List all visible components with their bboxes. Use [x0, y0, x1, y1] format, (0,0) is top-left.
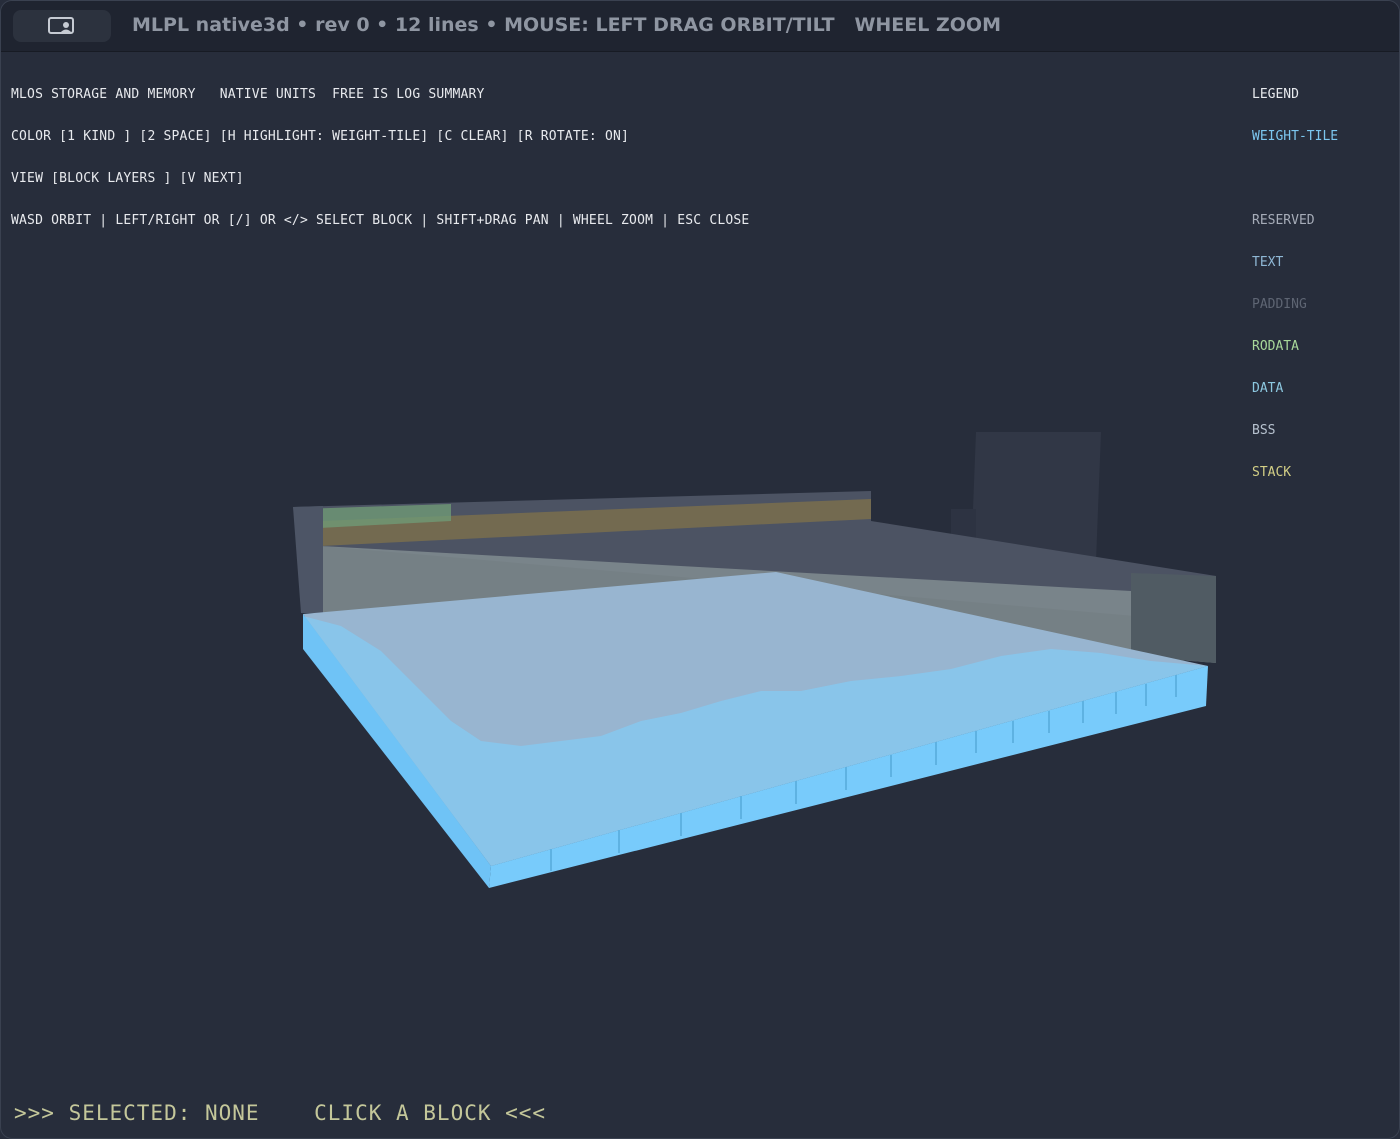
side-wall-right[interactable] [1131, 573, 1216, 663]
window-menu-button[interactable] [13, 10, 111, 42]
selection-status: >>> SELECTED: NONE CLICK A BLOCK <<< [14, 1101, 547, 1125]
side-wall-left[interactable] [293, 506, 323, 613]
3d-viewport[interactable] [1, 52, 1399, 1092]
app-window: MLPL native3d • rev 0 • 12 lines • MOUSE… [0, 0, 1400, 1139]
window-title: MLPL native3d • rev 0 • 12 lines • MOUSE… [132, 14, 1001, 36]
screen-user-icon [48, 17, 74, 34]
title-bar: MLPL native3d • rev 0 • 12 lines • MOUSE… [1, 1, 1399, 52]
